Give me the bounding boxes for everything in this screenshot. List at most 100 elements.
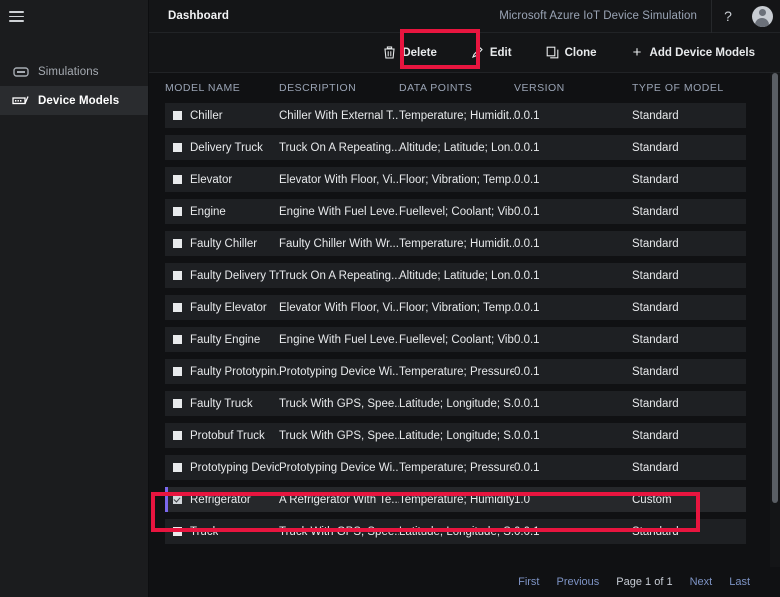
- user-avatar-icon: [751, 5, 773, 27]
- cell-type-of-model: Standard: [632, 525, 679, 538]
- cell-data-points: Latitude; Longitude; S...: [399, 429, 514, 442]
- model-name-text: Faulty Chiller: [190, 237, 258, 250]
- add-device-models-button[interactable]: + Add Device Models: [614, 33, 772, 73]
- cell-version: 0.0.1: [514, 109, 540, 122]
- table-row[interactable]: Faulty Prototypin... Prototyping Device W…: [165, 359, 746, 384]
- cell-data-points: Latitude; Longitude; S...: [399, 525, 514, 538]
- row-checkbox[interactable]: [173, 175, 182, 184]
- cell-version: 0.0.1: [514, 365, 540, 378]
- pagination-previous[interactable]: Previous: [557, 576, 600, 588]
- table-row[interactable]: Elevator Elevator With Floor, Vi... Floor;…: [165, 167, 746, 192]
- table-row[interactable]: Faulty Chiller Faulty Chiller With Wr... T…: [165, 231, 746, 256]
- cell-type-of-model: Standard: [632, 109, 679, 122]
- row-checkbox[interactable]: [173, 527, 182, 536]
- table-row[interactable]: Faulty Delivery Tr... Truck On A Repeatin…: [165, 263, 746, 288]
- cell-version: 0.0.1: [514, 301, 540, 314]
- table-row[interactable]: Chiller Chiller With External T... Tempera…: [165, 103, 746, 128]
- pagination-next[interactable]: Next: [690, 576, 713, 588]
- table-header-row: MODEL NAME DESCRIPTION DATA POINTS VERSI…: [149, 73, 780, 103]
- model-name-text: Faulty Delivery Tr...: [190, 269, 279, 282]
- row-checkbox[interactable]: [173, 367, 182, 376]
- column-header-model-name[interactable]: MODEL NAME: [165, 82, 279, 94]
- pagination-first[interactable]: First: [518, 576, 539, 588]
- pagination-last[interactable]: Last: [729, 576, 750, 588]
- cell-model-name: Faulty Chiller: [165, 238, 279, 250]
- table-row[interactable]: Delivery Truck Truck On A Repeating... Alt…: [165, 135, 746, 160]
- help-button[interactable]: ?: [712, 0, 744, 33]
- sidebar-item-simulations[interactable]: Simulations: [0, 57, 148, 86]
- model-name-text: Engine: [190, 205, 226, 218]
- edit-button-label: Edit: [489, 46, 512, 59]
- cell-version: 0.0.1: [514, 269, 540, 282]
- user-menu-button[interactable]: [744, 0, 780, 33]
- cell-type-of-model: Standard: [632, 141, 679, 154]
- sidebar: Simulations Device Models: [0, 0, 149, 597]
- row-checkbox[interactable]: [173, 143, 182, 152]
- cell-type-of-model: Standard: [632, 461, 679, 474]
- clone-button[interactable]: Clone: [529, 33, 614, 73]
- table-row[interactable]: Faulty Engine Engine With Fuel Leve... Fue…: [165, 327, 746, 352]
- cell-data-points: Temperature; Pressure...: [399, 461, 514, 474]
- cell-data-points: Floor; Vibration; Temp...: [399, 173, 514, 186]
- sidebar-item-device-models[interactable]: Device Models: [0, 86, 148, 115]
- model-name-text: Faulty Truck: [190, 397, 253, 410]
- delete-button-label: Delete: [402, 46, 437, 59]
- simulations-icon: [12, 65, 29, 78]
- row-checkbox[interactable]: [173, 271, 182, 280]
- model-name-text: Truck: [190, 525, 219, 538]
- row-checkbox[interactable]: [173, 399, 182, 408]
- row-checkbox[interactable]: [173, 303, 182, 312]
- cell-data-points: Temperature; Pressure...: [399, 365, 514, 378]
- row-checkbox[interactable]: [173, 335, 182, 344]
- table-row[interactable]: Truck Truck With GPS, Spee... Latitude; Lo…: [165, 519, 746, 544]
- row-checkbox[interactable]: [173, 431, 182, 440]
- row-checkbox[interactable]: [173, 463, 182, 472]
- cell-version: 0.0.1: [514, 397, 540, 410]
- question-mark-icon: ?: [724, 8, 732, 24]
- cell-model-name: Faulty Prototypin...: [165, 366, 279, 378]
- cell-type-of-model: Standard: [632, 333, 679, 346]
- row-checkbox[interactable]: [173, 495, 182, 504]
- main-content: Dashboard Microsoft Azure IoT Device Sim…: [149, 0, 780, 597]
- cell-type-of-model: Standard: [632, 269, 679, 282]
- cell-description: Truck With GPS, Spee...: [279, 525, 399, 538]
- cell-description: Prototyping Device Wi...: [279, 365, 399, 378]
- table-row[interactable]: Refrigerator A Refrigerator With Te... Tem…: [165, 487, 746, 512]
- cell-description: Truck On A Repeating...: [279, 141, 399, 154]
- column-header-version[interactable]: VERSION: [514, 82, 632, 94]
- row-checkbox[interactable]: [173, 207, 182, 216]
- cell-type-of-model: Standard: [632, 429, 679, 442]
- plus-icon: +: [632, 44, 642, 61]
- cell-model-name: Chiller: [165, 110, 279, 122]
- copy-icon: [546, 46, 559, 59]
- table-row[interactable]: Faulty Elevator Elevator With Floor, Vi..…: [165, 295, 746, 320]
- table-body: Chiller Chiller With External T... Tempera…: [149, 103, 780, 567]
- cell-description: A Refrigerator With Te...: [279, 493, 399, 506]
- pencil-icon: [471, 46, 484, 59]
- scrollbar-thumb[interactable]: [772, 73, 778, 503]
- cell-description: Elevator With Floor, Vi...: [279, 301, 399, 314]
- table-row[interactable]: Prototyping Device Prototyping Device Wi.…: [165, 455, 746, 480]
- row-checkbox[interactable]: [173, 111, 182, 120]
- menu-toggle[interactable]: [0, 0, 148, 33]
- row-checkbox[interactable]: [173, 239, 182, 248]
- vertical-scrollbar[interactable]: [770, 73, 780, 567]
- delete-button[interactable]: Delete: [366, 33, 454, 73]
- cell-type-of-model: Standard: [632, 173, 679, 186]
- hamburger-icon[interactable]: [9, 11, 24, 22]
- table-row[interactable]: Engine Engine With Fuel Leve... Fuellevel;…: [165, 199, 746, 224]
- cell-type-of-model: Standard: [632, 397, 679, 410]
- edit-button[interactable]: Edit: [454, 33, 529, 73]
- cell-version: 0.0.1: [514, 205, 540, 218]
- column-header-description[interactable]: DESCRIPTION: [279, 82, 399, 94]
- column-header-data-points[interactable]: DATA POINTS: [399, 82, 514, 94]
- cell-description: Truck With GPS, Spee...: [279, 397, 399, 410]
- table-row[interactable]: Protobuf Truck Truck With GPS, Spee... Lat…: [165, 423, 746, 448]
- device-models-icon: [12, 94, 29, 107]
- model-name-text: Faulty Prototypin...: [190, 365, 279, 378]
- sidebar-filler: [0, 115, 148, 597]
- cell-version: 1.0: [514, 493, 530, 506]
- model-name-text: Faulty Engine: [190, 333, 261, 346]
- table-row[interactable]: Faulty Truck Truck With GPS, Spee... Latit…: [165, 391, 746, 416]
- column-header-type[interactable]: TYPE OF MODEL: [632, 82, 752, 94]
